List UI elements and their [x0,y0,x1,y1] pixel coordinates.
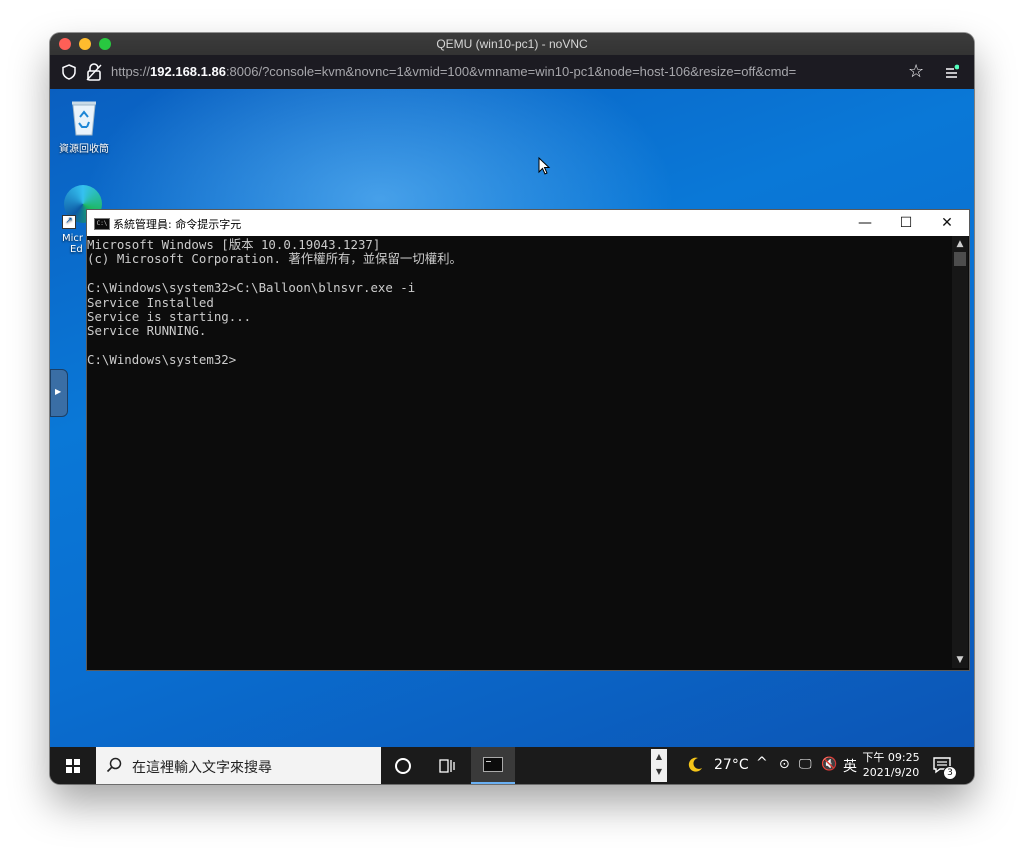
taskbar-cmd-button[interactable] [471,747,515,784]
cmd-app-icon: C:\ [94,218,110,230]
mouse-cursor-icon [538,157,551,175]
cmd-title: 系統管理員: 命令提示字元 [113,218,242,231]
shield-icon[interactable] [61,64,77,80]
cmd-close-button[interactable]: ✕ [927,210,967,236]
input-language-indicator[interactable]: 英 [843,756,857,776]
search-icon [106,757,122,773]
taskbar-search-box[interactable]: 在這裡輸入文字來搜尋 [96,747,381,784]
search-placeholder: 在這裡輸入文字來搜尋 [132,760,272,776]
close-window-button[interactable] [59,38,71,50]
window-titlebar[interactable]: QEMU (win10-pc1) - noVNC [50,33,974,55]
lock-icon[interactable] [86,63,102,81]
edge-label-line2: Ed [70,244,83,255]
edge-label: Micr Ed [62,233,83,255]
show-hidden-icons-chevron-icon[interactable]: ^ [756,755,768,771]
recycle-bin-shortcut[interactable]: 資源回收筒 [54,97,114,155]
scroll-up-icon[interactable]: ▲ [952,236,968,252]
url-host: 192.168.1.86 [150,64,226,79]
meet-now-icon[interactable]: ⊙ [779,757,790,772]
url-text[interactable]: https://192.168.1.86:8006/?console=kvm&n… [111,64,796,79]
taskbar-clock[interactable]: 下午 09:25 2021/9/20 [862,750,920,780]
scroll-thumb[interactable] [954,252,966,266]
cmd-titlebar[interactable]: C:\ 系統管理員: 命令提示字元 — ☐ ✕ [87,210,969,236]
windows-desktop[interactable]: 資源回收筒 ↗ Micr Ed ▶ C:\ 系統管理員: 命令提示字元 — ☐ ✕… [50,89,974,747]
bookmark-star-icon[interactable]: ☆ [908,63,924,81]
command-prompt-window[interactable]: C:\ 系統管理員: 命令提示字元 — ☐ ✕ Microsoft Window… [86,209,970,671]
expand-arrow-icon: ▶ [55,387,62,396]
clock-time: 下午 09:25 [862,751,920,764]
clock-date: 2021/9/20 [862,766,920,779]
edge-label-line1: Micr [62,233,84,244]
recycle-bin-icon [72,101,96,136]
traffic-lights [59,38,111,50]
console-line: (c) Microsoft Corporation. 著作權所有，並保留一切權利… [87,251,462,267]
browser-window: QEMU (win10-pc1) - noVNC https://192.168… [50,33,974,784]
weather-temperature[interactable]: 27°C [714,757,749,773]
cortana-icon [395,757,411,774]
cmd-maximize-button[interactable]: ☐ [886,210,926,236]
windows-taskbar: 在這裡輸入文字來搜尋 ▲ ▼ 27°C ^ ⊙ 🖵 🔇 英 下午 09:25 20… [50,747,974,784]
volume-muted-icon[interactable]: 🔇 [821,757,837,772]
minimize-window-button[interactable] [79,38,91,50]
console-line: C:\Windows\system32>C:\Balloon\blnsvr.ex… [87,280,416,296]
cmd-scrollbar[interactable]: ▲ ▼ [952,236,968,668]
task-view-button[interactable] [425,747,469,784]
network-icon[interactable]: 🖵 [799,757,812,772]
fullscreen-window-button[interactable] [99,38,111,50]
scroll-down-icon[interactable]: ▼ [952,652,968,668]
weather-moon-icon[interactable] [686,756,704,774]
window-title: QEMU (win10-pc1) - noVNC [436,37,588,51]
console-line: Service Installed [87,294,214,310]
menu-icon[interactable] [945,64,959,80]
cortana-button[interactable] [381,747,425,784]
windows-start-icon [66,758,80,773]
console-line: Service is starting... [87,308,252,324]
shortcut-arrow-icon: ↗ [62,215,76,229]
chevron-down-icon[interactable]: ▼ [651,764,667,779]
console-output[interactable]: Microsoft Windows [版本 10.0.19043.1237] (c… [87,236,952,670]
start-button[interactable] [50,747,96,784]
console-line: C:\Windows\system32> [87,352,237,368]
url-path: :8006/?console=kvm&novnc=1&vmid=100&vmna… [225,64,797,79]
novnc-sidebar-handle[interactable]: ▶ [50,369,68,417]
task-view-icon [439,758,455,773]
notification-count-badge: 3 [943,766,957,780]
taskbar-scroll-arrows[interactable]: ▲ ▼ [651,749,667,782]
console-line: Service RUNNING. [87,323,207,339]
url-prefix: https:// [111,64,151,79]
console-line: Microsoft Windows [版本 10.0.19043.1237] [87,237,381,252]
cmd-minimize-button[interactable]: — [845,210,885,236]
chevron-up-icon[interactable]: ▲ [651,749,667,764]
command-prompt-icon [483,757,503,772]
url-bar[interactable]: https://192.168.1.86:8006/?console=kvm&n… [50,55,974,89]
recycle-bin-label: 資源回收筒 [59,144,109,155]
